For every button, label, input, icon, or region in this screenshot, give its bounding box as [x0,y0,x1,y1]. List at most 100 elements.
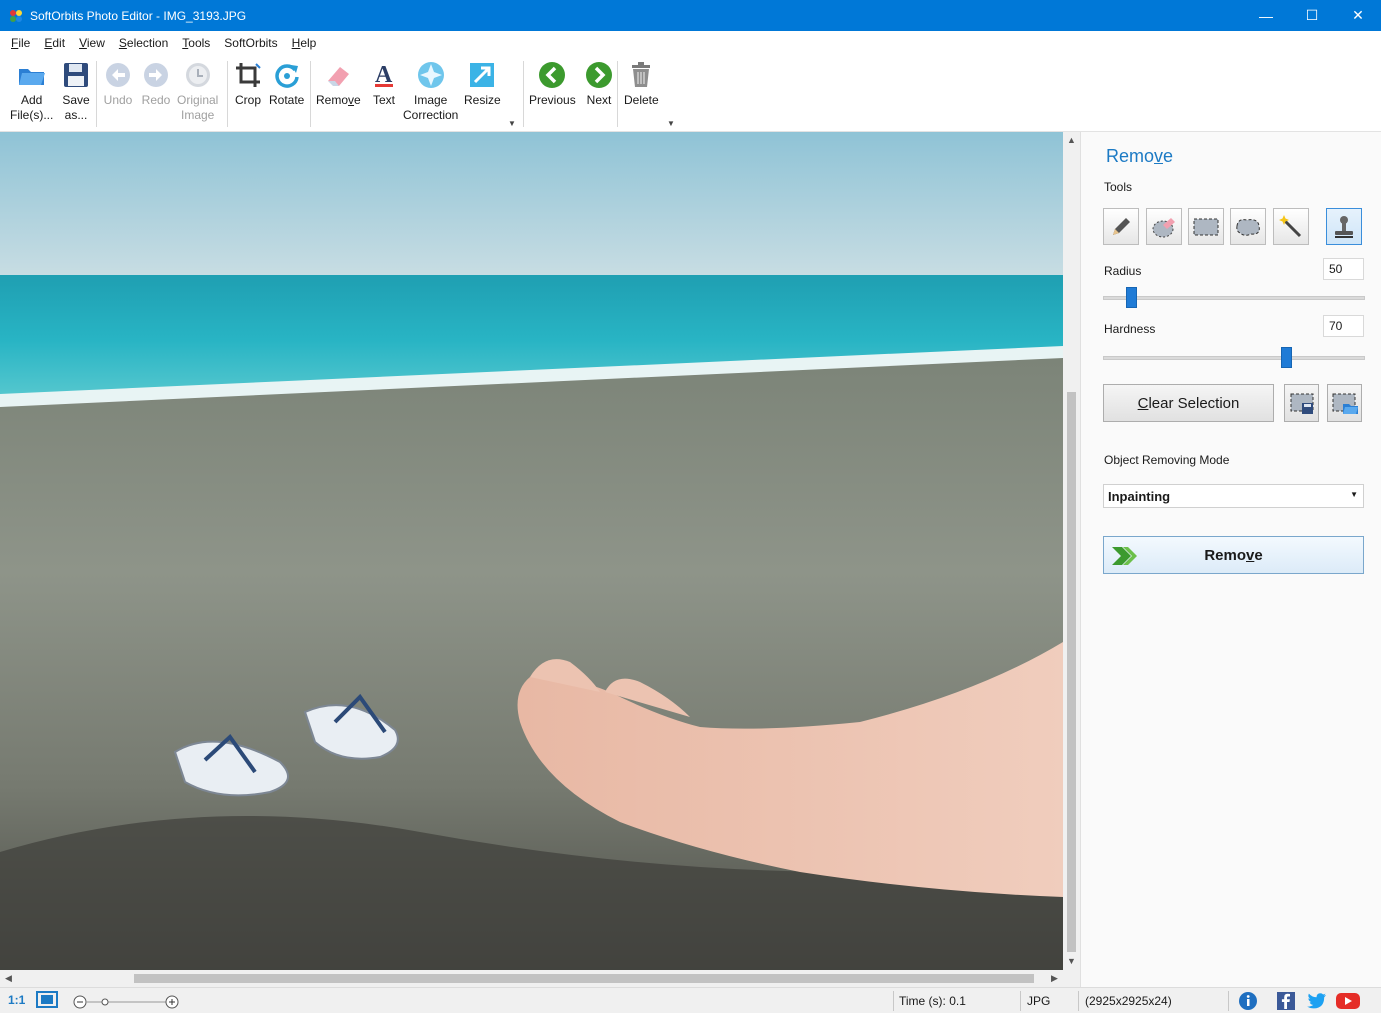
menu-edit[interactable]: Edit [37,31,72,55]
eraser-icon [322,57,354,93]
menu-tools[interactable]: Tools [175,31,217,55]
rotate-icon [271,57,303,93]
format-status: JPG [1027,994,1051,1008]
crop-button[interactable]: Crop [232,57,264,108]
dimensions-status: (2925x2925x24) [1085,994,1172,1008]
resize-icon [466,57,498,93]
zoom-slider[interactable] [72,994,182,1013]
undo-button[interactable]: Undo [102,57,134,108]
menu-bar: File Edit View Selection Tools SoftOrbit… [0,31,1381,55]
remove-panel: Remove Tools Radius 50 Hardness 70 Clear… [1080,132,1381,987]
save-icon [60,57,92,93]
info-icon[interactable] [1238,991,1258,1013]
pencil-tool-button[interactable] [1103,208,1139,245]
status-bar: 1:1 Time (s): 0.1 JPG (2925x2925x24) [0,987,1381,1013]
stamp-tool-button[interactable] [1326,208,1362,245]
image-canvas[interactable] [0,132,1063,970]
panel-title: Remove [1106,146,1174,166]
save-selection-icon [1290,393,1313,414]
save-as-button[interactable]: Save as... [60,57,92,123]
menu-file[interactable]: File [4,31,37,55]
remove-arrow-icon [1112,547,1137,565]
vertical-scrollbar[interactable]: ▲ ▼ [1063,132,1080,970]
lasso-icon [1236,218,1260,236]
title-bar: SoftOrbits Photo Editor - IMG_3193.JPG —… [0,0,1381,31]
mode-label: Object Removing Mode [1104,453,1230,467]
remove-tool-button[interactable]: Remove [316,57,361,108]
chevron-down-icon: ▼ [1350,490,1358,499]
close-button[interactable]: ✕ [1335,0,1381,31]
toolbar: Add File(s)... Save as... Undo Redo Orig… [0,55,1381,132]
add-files-button[interactable]: Add File(s)... [10,57,53,123]
menu-selection[interactable]: Selection [112,31,175,55]
redo-button[interactable]: Redo [140,57,172,108]
menu-view[interactable]: View [72,31,112,55]
next-button[interactable]: Next [583,57,615,108]
delete-button[interactable]: Delete [624,57,659,108]
rect-select-tool-button[interactable] [1188,208,1224,245]
radius-input[interactable]: 50 [1323,258,1364,280]
eraser-tool-button[interactable] [1146,208,1182,245]
hardness-slider-thumb[interactable] [1280,347,1292,368]
scroll-corner [1063,970,1080,987]
magic-wand-icon [1279,214,1302,237]
fit-to-window-icon[interactable] [36,991,58,1011]
clear-selection-button[interactable]: Clear Selection [1103,384,1274,422]
tools-label: Tools [1104,180,1133,194]
rotate-button[interactable]: Rotate [269,57,304,108]
facebook-icon[interactable] [1276,991,1296,1013]
menu-softorbits[interactable]: SoftOrbits [217,31,284,55]
toolbar-overflow-icon[interactable]: ▼ [508,119,516,128]
redo-icon [140,57,172,93]
clock-icon [182,57,214,93]
remove-button[interactable]: Remo v e [1103,536,1364,574]
hardness-label: Hardness [1104,322,1156,336]
radius-label: Radius [1104,264,1142,278]
youtube-icon[interactable] [1335,992,1361,1013]
text-icon: A [368,57,400,93]
scroll-left-icon[interactable]: ◀ [0,970,17,987]
zoom-actual-size-button[interactable]: 1:1 [8,993,25,1007]
beach-photo [0,132,1063,970]
undo-icon [102,57,134,93]
radius-slider[interactable] [1103,296,1365,300]
load-selection-icon [1332,393,1358,414]
image-correction-button[interactable]: Image Correction [403,57,458,123]
scroll-right-icon[interactable]: ▶ [1046,970,1063,987]
radius-slider-thumb[interactable] [1126,287,1138,308]
sparkle-icon [415,57,447,93]
hardness-input[interactable]: 70 [1323,315,1364,337]
toolbar-overflow-icon-2[interactable]: ▼ [667,119,675,128]
time-status: Time (s): 0.1 [899,994,966,1008]
trash-icon [625,57,657,93]
maximize-button[interactable]: ☐ [1289,0,1335,31]
resize-button[interactable]: Resize [464,57,501,108]
open-folder-icon [16,57,48,93]
crop-icon [232,57,264,93]
save-selection-button[interactable] [1284,384,1319,422]
arrow-left-icon [536,57,568,93]
load-selection-button[interactable] [1327,384,1362,422]
scroll-down-icon[interactable]: ▼ [1063,953,1080,970]
horizontal-scroll-thumb[interactable] [134,974,1034,983]
original-image-button[interactable]: Original Image [177,57,218,123]
magic-wand-tool-button[interactable] [1273,208,1309,245]
scroll-up-icon[interactable]: ▲ [1063,132,1080,149]
removing-mode-dropdown[interactable]: Inpainting ▼ [1103,484,1364,508]
app-icon [10,9,22,22]
minimize-button[interactable]: — [1243,0,1289,31]
previous-button[interactable]: Previous [529,57,576,108]
hardness-slider[interactable] [1103,356,1365,360]
twitter-icon[interactable] [1306,991,1328,1013]
vertical-scroll-thumb[interactable] [1067,392,1076,952]
horizontal-scrollbar[interactable]: ◀ ▶ [0,970,1063,987]
lasso-tool-button[interactable] [1230,208,1266,245]
stamp-icon [1335,215,1353,238]
text-tool-button[interactable]: A Text [368,57,400,108]
pencil-icon [1113,217,1130,235]
eraser-tool-icon [1152,217,1175,237]
window-title: SoftOrbits Photo Editor - IMG_3193.JPG [30,8,247,23]
rectangle-select-icon [1193,218,1219,235]
menu-help[interactable]: Help [285,31,324,55]
arrow-right-icon [583,57,615,93]
